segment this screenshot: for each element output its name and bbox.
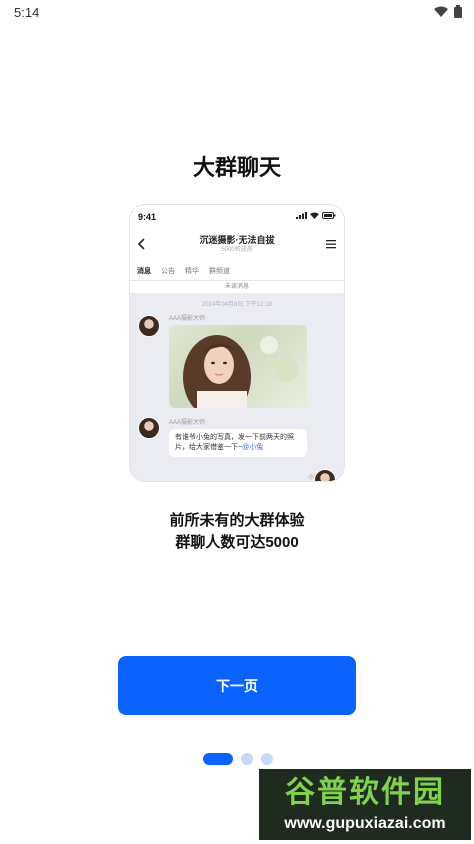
page-title: 大群聊天 xyxy=(192,155,281,180)
next-page-button[interactable]: 下一页 xyxy=(118,656,356,715)
watermark-url: www.gupuxiazai.com xyxy=(284,815,446,832)
mockup-message-bubble: 有谁爷小兔的写真，发一下前两天的照片，给大家借鉴一下~@小兔 xyxy=(169,429,307,457)
battery-icon xyxy=(454,5,462,18)
avatar xyxy=(314,469,336,481)
signal-icon xyxy=(296,212,307,219)
phone-mockup-image: 9:41 沉迷摄影·无法自拔 5000名成员 消息 公告 精华 群频道 未读消息… xyxy=(129,204,345,482)
mockup-mention: @小兔 xyxy=(242,444,264,451)
avatar xyxy=(138,417,160,439)
wifi-icon xyxy=(434,6,448,17)
watermark-logo: 谷普软件园 www.gupuxiazai.com xyxy=(259,769,471,840)
mockup-unread-notice: 未读消息 xyxy=(130,281,344,293)
mockup-sender-name: AAA摄影大师 xyxy=(169,420,206,426)
page-indicator xyxy=(203,753,273,765)
feature-line-2: 群聊人数可达5000 xyxy=(175,534,299,551)
mockup-tabs: 消息 公告 精华 群频道 xyxy=(130,261,344,281)
page-dot-3[interactable] xyxy=(261,753,273,765)
portrait-photo xyxy=(169,325,307,408)
status-icons xyxy=(434,5,462,18)
mockup-tab-highlights: 精华 xyxy=(185,267,199,275)
mockup-sender-name: AAA摄影大师 xyxy=(169,316,206,322)
mockup-system-icons xyxy=(296,212,336,219)
page-dot-2[interactable] xyxy=(241,753,253,765)
feature-line-1: 前所未有的大群体验 xyxy=(169,512,305,529)
mockup-tab-announcements: 公告 xyxy=(161,267,175,275)
mockup-battery-icon xyxy=(322,212,336,219)
mockup-tab-messages: 消息 xyxy=(137,267,151,275)
mockup-chat-header: 沉迷摄影·无法自拔 5000名成员 xyxy=(130,229,344,261)
mockup-tab-channels: 群频道 xyxy=(209,267,230,275)
mockup-time: 9:41 xyxy=(138,212,157,222)
mockup-wifi-icon xyxy=(310,212,319,219)
feature-description: 前所未有的大群体验 群聊人数可达5000 xyxy=(0,510,474,554)
menu-icon xyxy=(326,240,336,249)
watermark-brand: 谷普软件园 xyxy=(285,776,445,809)
mockup-status-bar: 9:41 xyxy=(130,205,344,229)
page-dot-1[interactable] xyxy=(203,753,233,765)
status-time: 5:14 xyxy=(14,5,40,20)
mockup-timestamp: 2024年04月8日 下午12:18 xyxy=(201,302,273,308)
mockup-message-text: 有谁爷小兔的写真，发一下前两天的照片，给大家借鉴一下~ xyxy=(175,434,294,451)
mockup-member-count: 5000名成员 xyxy=(221,247,253,253)
status-bar: 5:14 xyxy=(0,0,474,26)
avatar xyxy=(138,315,160,337)
portrait-illustration xyxy=(183,335,299,408)
